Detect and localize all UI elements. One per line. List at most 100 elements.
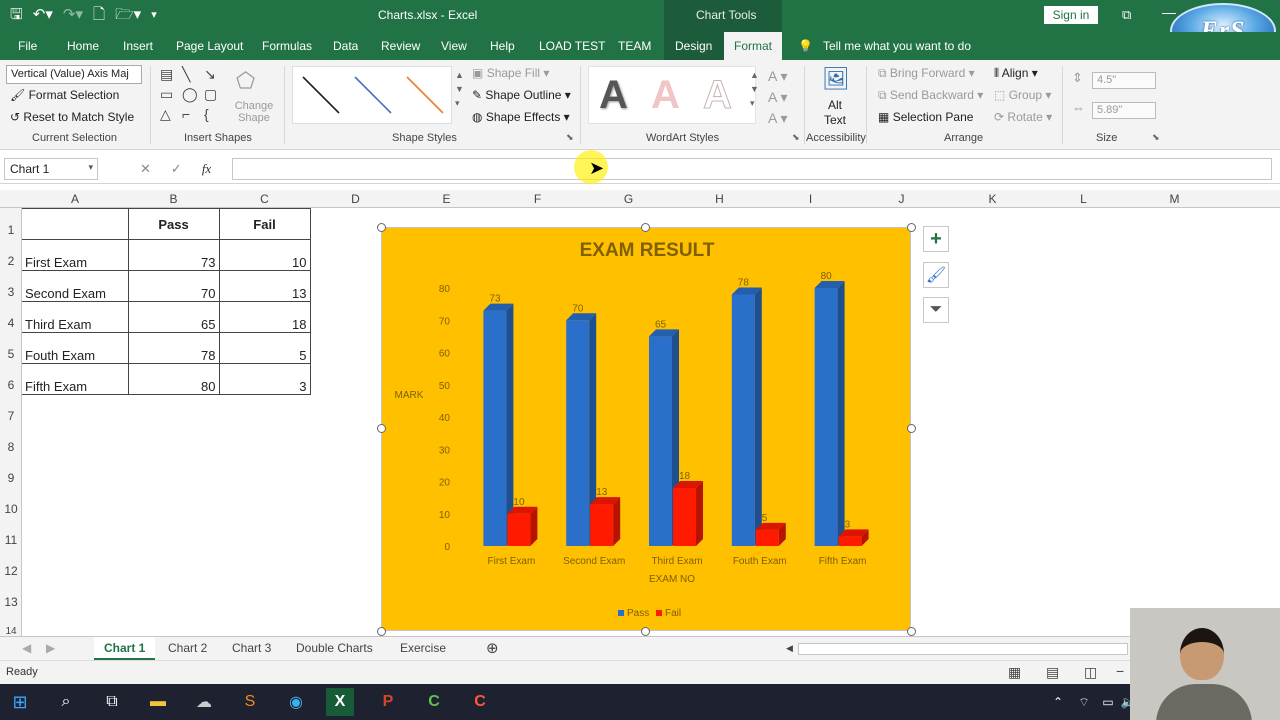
x-tick-label[interactable]: First Exam: [488, 556, 536, 567]
row-header[interactable]: 11: [0, 533, 22, 547]
format-selection-button[interactable]: 🖌 Format Selection: [10, 88, 119, 102]
resize-handle[interactable]: [641, 223, 650, 232]
tab-load-test[interactable]: LOAD TEST: [539, 39, 605, 53]
row-header[interactable]: 9: [0, 471, 22, 485]
arrow-shape-icon[interactable]: ↘: [204, 66, 224, 84]
tab-formulas[interactable]: Formulas: [262, 39, 312, 53]
wordart-scroll-icon[interactable]: ▲ ▼ ▾: [750, 68, 759, 110]
y-tick-label[interactable]: 80: [439, 284, 451, 295]
row-header[interactable]: 1: [0, 223, 22, 237]
cloud-app-icon[interactable]: ☁: [190, 688, 218, 716]
y-tick-label[interactable]: 20: [439, 478, 451, 489]
powerpoint-icon[interactable]: P: [374, 688, 402, 716]
shape-effects-button[interactable]: ◍ Shape Effects ▾: [472, 110, 570, 124]
row-header[interactable]: 2: [0, 254, 22, 268]
resize-handle[interactable]: [377, 424, 386, 433]
y-tick-label[interactable]: 0: [444, 542, 450, 553]
zoom-out-icon[interactable]: −: [1116, 663, 1124, 679]
shape-height-input[interactable]: 4.5": [1092, 72, 1156, 89]
bar-fail[interactable]: [590, 504, 614, 546]
open-folder-icon[interactable]: 🗁▾: [115, 6, 141, 24]
table-cell[interactable]: First Exam: [22, 239, 129, 271]
dialog-launcher-icon[interactable]: ⬊: [792, 132, 800, 143]
y-tick-label[interactable]: 10: [439, 510, 451, 521]
column-header[interactable]: L: [1038, 192, 1129, 206]
rounded-rect-shape-icon[interactable]: ▢: [204, 86, 224, 104]
chart-elements-plus-icon[interactable]: +: [923, 226, 949, 252]
y-tick-label[interactable]: 60: [439, 349, 451, 360]
data-label[interactable]: 10: [513, 497, 525, 508]
table-cell[interactable]: 65: [127, 301, 220, 333]
normal-view-icon[interactable]: ▦: [1008, 664, 1021, 681]
align-button[interactable]: ⫴ Align ▾: [994, 66, 1038, 81]
column-header[interactable]: M: [1129, 192, 1220, 206]
scroll-left-icon[interactable]: ◀: [22, 641, 31, 655]
gallery-scroll-icon[interactable]: ▲ ▼ ▾: [455, 68, 464, 110]
data-label[interactable]: 73: [489, 294, 501, 305]
table-cell[interactable]: 13: [218, 270, 311, 302]
tab-home[interactable]: Home: [67, 39, 99, 53]
wordart-style-light-icon[interactable]: A: [651, 73, 680, 118]
line-shape-icon[interactable]: ╲: [182, 66, 202, 84]
bar-side-fail[interactable]: [696, 480, 703, 546]
column-header[interactable]: H: [674, 192, 765, 206]
y-axis-title[interactable]: MARK: [395, 390, 424, 401]
reset-to-match-style-button[interactable]: ↺ Reset to Match Style: [10, 110, 134, 124]
page-layout-view-icon[interactable]: ▤: [1046, 664, 1059, 681]
resize-handle[interactable]: [377, 223, 386, 232]
table-cell[interactable]: [22, 208, 129, 240]
data-label[interactable]: 70: [572, 303, 584, 314]
new-sheet-icon[interactable]: ⊕: [486, 639, 499, 657]
data-label[interactable]: 65: [655, 319, 667, 330]
tab-file[interactable]: File: [18, 39, 37, 53]
x-axis-title[interactable]: EXAM NO: [649, 574, 695, 585]
legend-swatch[interactable]: [618, 610, 624, 616]
column-header[interactable]: J: [856, 192, 947, 206]
resize-handle[interactable]: [907, 627, 916, 636]
tell-me-search[interactable]: 💡 Tell me what you want to do: [798, 39, 971, 53]
table-cell[interactable]: Second Exam: [22, 270, 129, 302]
bar-pass[interactable]: [566, 320, 590, 546]
ribbon-display-icon[interactable]: ⧉: [1122, 7, 1131, 23]
data-label[interactable]: 3: [845, 519, 851, 530]
row-header[interactable]: 3: [0, 285, 22, 299]
table-cell[interactable]: Fifth Exam: [22, 363, 129, 395]
chart-plot[interactable]: 0 10 20 30 40 50 60 70 80 MARK EXAM NO First Exam 73…: [382, 228, 912, 632]
chart-elements-dropdown[interactable]: Vertical (Value) Axis Maj: [6, 65, 142, 84]
oval-shape-icon[interactable]: ◯: [182, 86, 202, 104]
shape-styles-gallery[interactable]: [292, 66, 452, 124]
row-header[interactable]: 13: [0, 595, 22, 609]
triangle-shape-icon[interactable]: △: [160, 106, 180, 124]
cancel-icon[interactable]: ✕: [140, 161, 151, 177]
bar-fail[interactable]: [838, 536, 862, 546]
resize-handle[interactable]: [377, 627, 386, 636]
row-header[interactable]: 4: [0, 316, 22, 330]
selection-pane-button[interactable]: ▦ Selection Pane: [878, 110, 973, 124]
column-header[interactable]: B: [128, 192, 219, 206]
excel-app-icon[interactable]: X: [326, 688, 354, 716]
tab-format[interactable]: Format: [724, 32, 783, 60]
table-cell[interactable]: Pass: [127, 208, 220, 240]
name-box[interactable]: Chart 1 ▾: [4, 158, 98, 180]
column-header[interactable]: C: [219, 192, 310, 206]
x-tick-label[interactable]: Fifth Exam: [819, 556, 867, 567]
page-break-view-icon[interactable]: ◫: [1084, 664, 1097, 681]
dialog-launcher-icon[interactable]: ⬊: [566, 132, 574, 143]
tab-team[interactable]: TEAM: [618, 39, 651, 53]
bar-pass[interactable]: [483, 310, 507, 546]
new-document-icon[interactable]: 🗋: [93, 6, 105, 24]
sublime-icon[interactable]: S: [236, 688, 264, 716]
insert-function-icon[interactable]: fx: [202, 161, 211, 177]
shape-outline-button[interactable]: ✎ Shape Outline ▾: [472, 88, 571, 102]
column-header[interactable]: D: [310, 192, 401, 206]
customize-toolbar-icon[interactable]: ▾: [151, 6, 157, 24]
table-cell[interactable]: Fouth Exam: [22, 332, 129, 364]
save-icon[interactable]: 🖫: [10, 6, 23, 24]
bar-side-pass[interactable]: [754, 287, 762, 546]
bar-pass[interactable]: [649, 336, 672, 546]
data-label[interactable]: 80: [821, 271, 833, 282]
shapes-gallery[interactable]: ▤ ╲ ↘ ▭ ◯ ▢ △ ⌐ {: [160, 66, 230, 124]
y-tick-label[interactable]: 70: [439, 316, 451, 327]
textbox-shape-icon[interactable]: ▤: [160, 66, 180, 84]
table-cell[interactable]: 18: [218, 301, 311, 333]
